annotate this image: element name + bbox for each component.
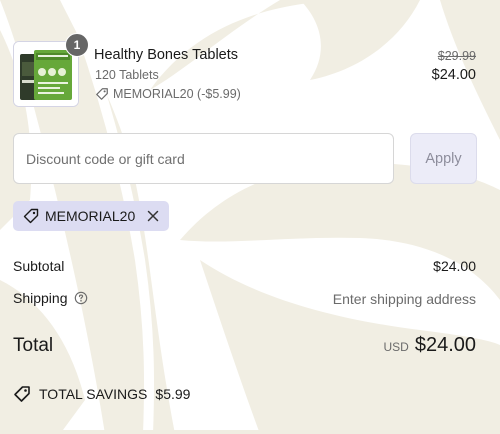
applied-discount-code: MEMORIAL20 bbox=[45, 208, 136, 224]
shipping-label-row: Shipping bbox=[13, 290, 88, 306]
final-price: $24.00 bbox=[431, 67, 476, 83]
savings-tag-icon bbox=[14, 386, 30, 402]
subtotal-label: Subtotal bbox=[13, 258, 65, 274]
shipping-label: Shipping bbox=[13, 290, 68, 306]
help-circle-icon[interactable] bbox=[74, 291, 88, 305]
total-value-group: USD $24.00 bbox=[383, 334, 476, 357]
discount-code-input[interactable] bbox=[13, 133, 394, 184]
total-label: Total bbox=[13, 335, 54, 356]
subtotal-value: $24.00 bbox=[433, 258, 476, 274]
currency-code: USD bbox=[383, 340, 409, 354]
bottom-divider bbox=[0, 430, 500, 434]
product-variant: 120 Tablets bbox=[95, 68, 159, 82]
line-item-discount-label: MEMORIAL20 (-$5.99) bbox=[113, 87, 241, 101]
line-item-discount: MEMORIAL20 (-$5.99) bbox=[95, 87, 241, 101]
original-price: $29.99 bbox=[437, 49, 476, 63]
close-icon bbox=[148, 210, 159, 222]
line-item-thumbnail-wrapper: 1 bbox=[13, 33, 89, 107]
total-savings-row: TOTAL SAVINGS $5.99 bbox=[13, 385, 190, 403]
order-summary: 1 Healthy Bones Tablets 120 Tablets MEMO… bbox=[0, 0, 500, 434]
total-savings-value: $5.99 bbox=[155, 386, 191, 402]
quantity-badge: 1 bbox=[65, 33, 89, 57]
tag-icon bbox=[96, 88, 108, 100]
total-savings-label: TOTAL SAVINGS bbox=[39, 386, 148, 402]
remove-discount-button[interactable] bbox=[145, 208, 161, 224]
shipping-value: Enter shipping address bbox=[332, 291, 476, 307]
applied-discount-tag: MEMORIAL20 bbox=[13, 201, 170, 231]
apply-button[interactable]: Apply bbox=[410, 133, 477, 184]
tag-icon bbox=[23, 208, 39, 224]
product-title: Healthy Bones Tablets bbox=[94, 47, 239, 63]
total-amount: $24.00 bbox=[414, 334, 476, 356]
